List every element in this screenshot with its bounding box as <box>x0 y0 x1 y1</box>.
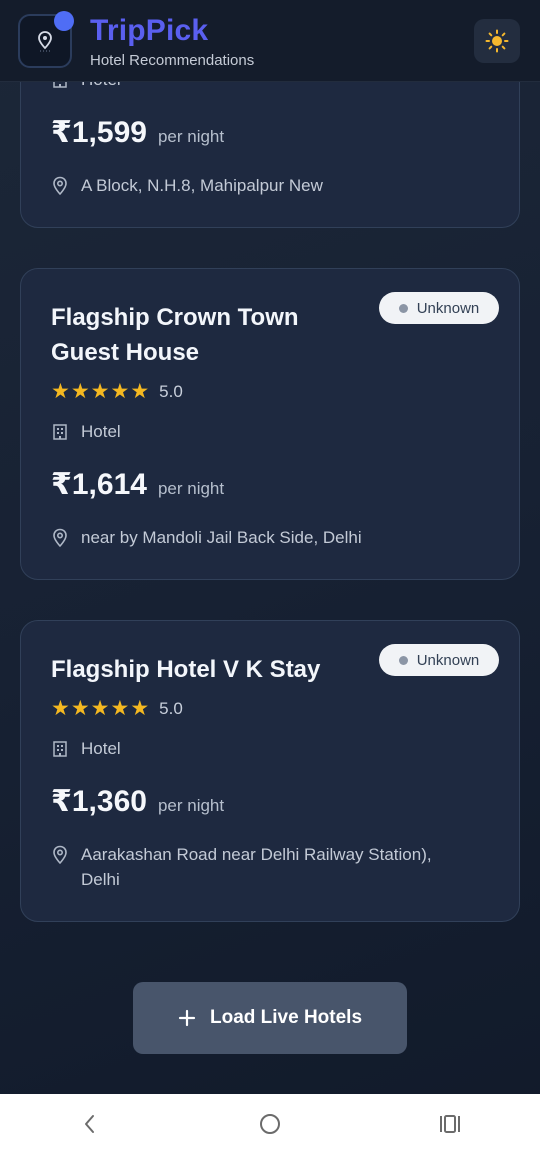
hotel-price: ₹1,360 <box>51 785 147 818</box>
sun-icon <box>485 29 509 53</box>
home-circle-icon <box>260 1114 280 1134</box>
app-subtitle: Hotel Recommendations <box>90 52 255 69</box>
rating-value: 5.0 <box>159 382 183 401</box>
plus-icon <box>178 1009 196 1027</box>
status-badge-label: Unknown <box>416 299 480 317</box>
rating-value: 5.0 <box>159 699 183 718</box>
per-night-label: per night <box>157 127 225 146</box>
hotel-type-label: Hotel <box>81 739 121 758</box>
price-row: ₹1,360 per night <box>51 784 224 819</box>
nav-back-button[interactable] <box>60 1099 120 1149</box>
app-title: TripPick <box>90 14 209 47</box>
theme-toggle-button[interactable] <box>474 19 520 63</box>
location-pin-icon <box>53 845 67 865</box>
load-live-hotels-button[interactable]: Load Live Hotels <box>133 982 407 1054</box>
recent-apps-icon <box>440 1115 460 1133</box>
hotel-name: Flagship Crown Town Guest House <box>51 304 299 366</box>
star-icon: ★ <box>90 697 110 720</box>
hotel-type-row: Hotel <box>51 739 121 759</box>
hotel-address: A Block, N.H.8, Mahipalpur New <box>81 176 323 195</box>
address-row: near by Mandoli Jail Back Side, Delhi <box>51 525 491 550</box>
location-pin-icon <box>53 176 67 196</box>
hotel-card[interactable]: Flagship Crown Town Guest House Unknown … <box>20 268 520 580</box>
status-dot <box>398 303 408 313</box>
app-header: TripPick Hotel Recommendations <box>0 0 540 82</box>
building-icon <box>53 424 67 440</box>
star-icon: ★ <box>130 697 150 720</box>
hotel-type-label: Hotel <box>81 422 121 441</box>
notification-dot <box>54 11 74 31</box>
star-icon: ★ <box>70 380 90 403</box>
star-icon: ★ <box>130 380 150 403</box>
nav-recents-button[interactable] <box>420 1099 480 1149</box>
hotel-name: Flagship Hotel V K Stay <box>51 656 321 683</box>
hotel-price: ₹1,599 <box>51 116 147 149</box>
per-night-label: per night <box>157 479 225 498</box>
price-row: ₹1,599 per night <box>51 115 224 150</box>
star-rating: ★ ★ ★ ★ ★ 5.0 <box>51 381 183 403</box>
hotel-address: Aarakashan Road near Delhi Railway Stati… <box>81 845 432 889</box>
star-icon: ★ <box>90 380 110 403</box>
star-icon: ★ <box>110 697 130 720</box>
hotel-card[interactable]: Flagship Hotel V K Stay Unknown ★ ★ ★ ★ … <box>20 620 520 922</box>
star-rating: ★ ★ ★ ★ ★ 5.0 <box>51 698 183 720</box>
price-row: ₹1,614 per night <box>51 467 224 502</box>
nav-home-button[interactable] <box>240 1099 300 1149</box>
per-night-label: per night <box>157 796 225 815</box>
back-chevron-icon <box>85 1115 94 1133</box>
hotel-type-row: Hotel <box>51 422 121 442</box>
load-live-hotels-label: Load Live Hotels <box>209 1007 363 1028</box>
status-badge-label: Unknown <box>416 651 480 669</box>
location-pin-icon <box>53 528 67 548</box>
status-badge: Unknown <box>379 292 499 324</box>
status-badge: Unknown <box>379 644 499 676</box>
hotel-price: ₹1,614 <box>51 468 147 501</box>
hotel-address: near by Mandoli Jail Back Side, Delhi <box>81 528 362 547</box>
star-icon: ★ <box>110 380 130 403</box>
star-icon: ★ <box>51 697 70 720</box>
address-row: A Block, N.H.8, Mahipalpur New <box>51 173 491 198</box>
address-row: Aarakashan Road near Delhi Railway Stati… <box>51 842 471 892</box>
star-icon: ★ <box>51 380 70 403</box>
location-pin-logo-icon <box>38 31 52 52</box>
building-icon <box>53 741 67 757</box>
system-navigation-bar <box>0 1094 540 1154</box>
star-icon: ★ <box>70 697 90 720</box>
status-dot <box>398 655 408 665</box>
